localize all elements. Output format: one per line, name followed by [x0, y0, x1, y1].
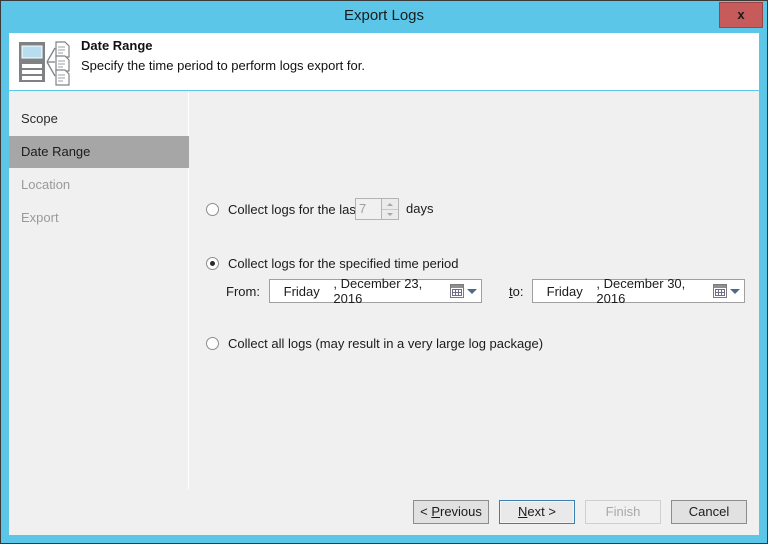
calendar-icon [450, 284, 464, 298]
server-export-logs-icon [17, 38, 73, 86]
dialog-body: Scope Date Range Location Export Collect… [9, 91, 759, 489]
chevron-up-icon [387, 203, 393, 206]
calendar-icon [713, 284, 727, 298]
to-datepicker[interactable]: Friday , December 30, 2016 [532, 279, 745, 303]
days-spinner[interactable]: 7 [355, 198, 399, 220]
chevron-down-icon [730, 289, 740, 294]
to-weekday: Friday [533, 284, 596, 299]
from-datepicker-dropdown[interactable] [450, 284, 477, 298]
to-datepicker-dropdown[interactable] [713, 284, 740, 298]
days-spinner-value[interactable]: 7 [356, 199, 381, 219]
days-spinner-buttons [381, 199, 398, 219]
spinner-down-button[interactable] [382, 209, 398, 219]
page-title: Date Range [81, 38, 153, 53]
to-date: , December 30, 2016 [596, 276, 713, 306]
radio-collect-specified-period[interactable] [206, 257, 219, 270]
titlebar: Export Logs x [1, 1, 767, 31]
radio-label-all-logs: Collect all logs (may result in a very l… [228, 336, 543, 351]
previous-accel: P [431, 504, 440, 519]
wizard-steps-sidebar: Scope Date Range Location Export [9, 91, 189, 489]
next-suffix: ext > [527, 504, 556, 519]
from-label: From: [226, 284, 260, 299]
dialog-footer: < Previous Next > Finish Cancel [9, 489, 759, 535]
radio-label-specified-period: Collect logs for the specified time peri… [228, 256, 459, 271]
radio-label-last-days: Collect logs for the last [228, 202, 360, 217]
dialog-header: Date Range Specify the time period to pe… [9, 33, 759, 90]
cancel-button[interactable]: Cancel [671, 500, 747, 524]
radio-collect-all-logs[interactable] [206, 337, 219, 350]
sidebar-item-date-range[interactable]: Date Range [9, 136, 189, 168]
dialog-content: Collect logs for the last 7 days Collect… [190, 91, 759, 489]
from-date: , December 23, 2016 [333, 276, 450, 306]
sidebar-item-scope[interactable]: Scope [9, 103, 189, 135]
previous-suffix: revious [440, 504, 482, 519]
radio-row-last-days[interactable]: Collect logs for the last [206, 202, 360, 217]
radio-row-all-logs[interactable]: Collect all logs (may result in a very l… [206, 336, 543, 351]
export-logs-dialog: Export Logs x [0, 0, 768, 544]
from-datepicker[interactable]: Friday , December 23, 2016 [269, 279, 482, 303]
to-label: to: [509, 284, 523, 299]
previous-prefix: < [420, 504, 431, 519]
radio-collect-last-days[interactable] [206, 203, 219, 216]
previous-button[interactable]: < Previous [413, 500, 489, 524]
finish-button: Finish [585, 500, 661, 524]
window-title: Export Logs [1, 1, 767, 31]
sidebar-item-export[interactable]: Export [9, 202, 189, 234]
next-button[interactable]: Next > [499, 500, 575, 524]
chevron-down-icon [467, 289, 477, 294]
from-weekday: Friday [270, 284, 333, 299]
to-label-rest: o: [513, 284, 524, 299]
close-button[interactable]: x [719, 2, 763, 28]
page-description: Specify the time period to perform logs … [81, 58, 365, 73]
spinner-up-button[interactable] [382, 199, 398, 209]
radio-row-specified-period[interactable]: Collect logs for the specified time peri… [206, 256, 459, 271]
chevron-down-icon [387, 213, 393, 216]
sidebar-item-location[interactable]: Location [9, 169, 189, 201]
days-units-label: days [406, 201, 433, 216]
next-accel: N [518, 504, 527, 519]
